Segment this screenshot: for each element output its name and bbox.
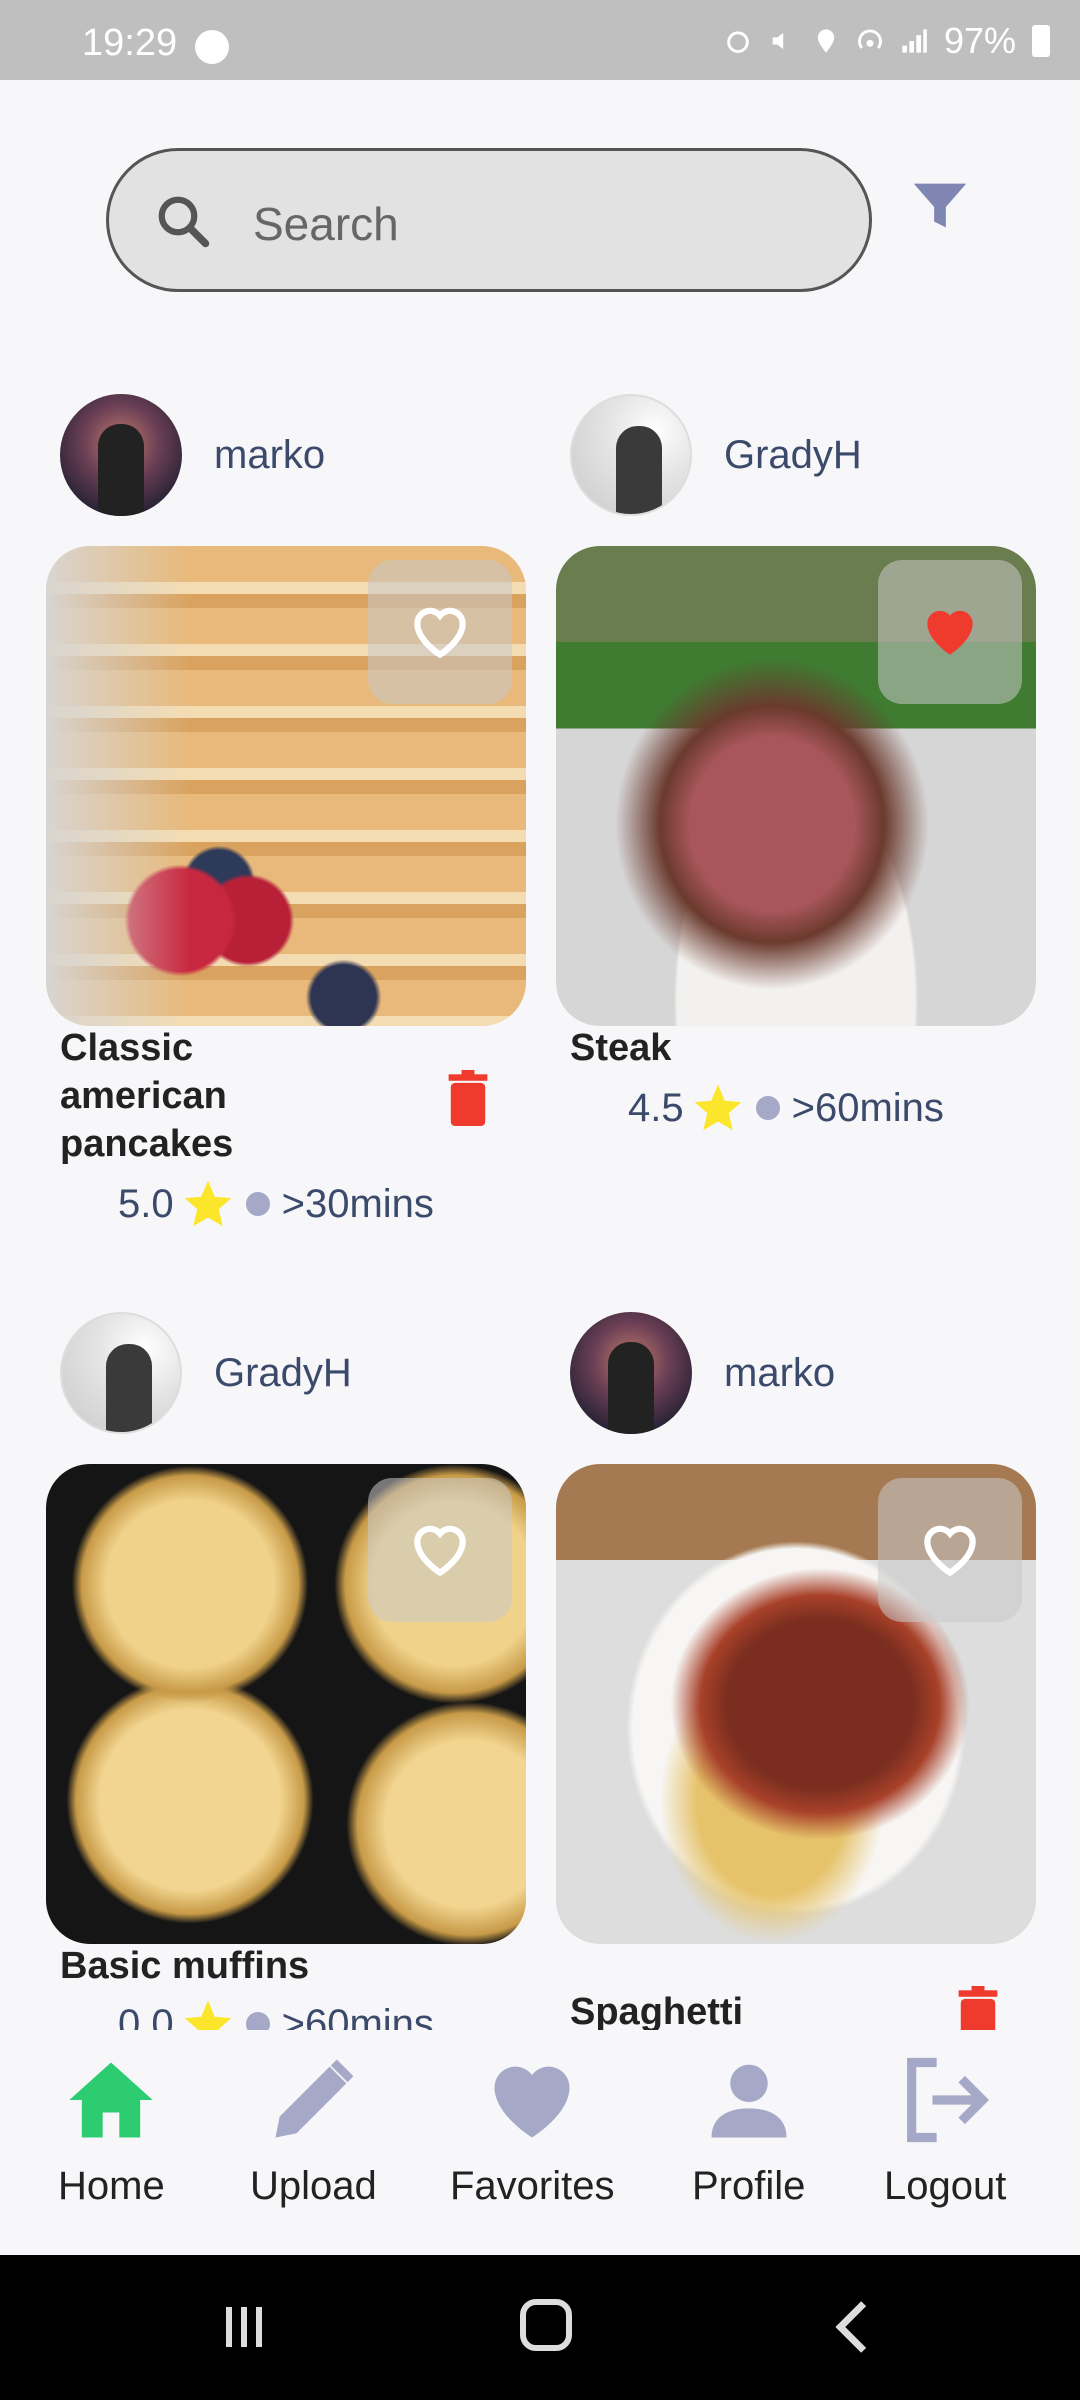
recipe-image[interactable] [46,546,526,1026]
filter-icon[interactable] [905,172,975,242]
status-bar: 19:29 97% [0,0,1080,80]
system-navigation-bar [0,2255,1080,2400]
avatar [60,394,182,516]
recipe-title[interactable]: Steak [570,1024,870,1072]
nav-label: Logout [884,2164,1007,2208]
favorite-button[interactable] [368,1478,512,1622]
recipe-title[interactable]: Classic american pancakes [60,1024,360,1168]
status-icons: 97% [724,16,1050,66]
nav-home[interactable]: Home [58,2050,165,2209]
rating-value: 4.5 [628,1085,684,1130]
author-name: marko [724,1350,836,1395]
heart-icon [494,2066,570,2138]
avatar [570,394,692,516]
nav-label: Home [58,2164,165,2208]
avatar [570,1312,692,1434]
recents-icon[interactable] [220,2303,268,2351]
duration-value: >30mins [281,1181,434,1226]
home-icon [69,2062,154,2138]
hotspot-icon [858,29,882,49]
logout-icon [907,2057,990,2143]
heart-outline-icon [924,1525,976,1577]
battery-icon [1032,25,1050,57]
alarm-icon [727,31,749,53]
bottom-navigation: Home Upload Favorites Profile Logout [0,2030,1080,2255]
recipe-author[interactable]: marko [60,394,325,516]
status-time: 19:29 [82,22,178,64]
recipe-meta: 5.0 >30mins [118,1176,434,1232]
heart-outline-icon [414,607,466,659]
heart-filled-icon [927,610,973,655]
recipe-meta: 4.5 >60mins [628,1080,944,1136]
author-name: GradyH [724,432,862,477]
search-icon [158,196,210,248]
recipe-author[interactable]: GradyH [60,1312,352,1434]
trash-icon[interactable] [446,1070,490,1126]
messenger-icon [195,30,229,64]
recipe-image[interactable] [556,546,1036,1026]
recipe-author[interactable]: GradyH [570,394,862,516]
back-icon[interactable] [832,2299,872,2355]
battery-percent: 97% [943,20,1016,61]
rating-value: 5.0 [118,1181,174,1226]
duration-value: >60mins [791,1085,944,1130]
recipe-title[interactable]: Spaghetti [570,1988,870,2036]
nav-label: Upload [250,2164,377,2208]
avatar [60,1312,182,1434]
recipe-image[interactable] [46,1464,526,1944]
star-icon [694,1084,741,1131]
separator-dot [755,1096,780,1120]
nav-favorites[interactable]: Favorites [450,2050,615,2209]
recipe-image[interactable] [556,1464,1036,1944]
home-button-icon[interactable] [520,2299,572,2351]
recipe-author[interactable]: marko [570,1312,835,1434]
location-icon [817,29,835,53]
nav-upload[interactable]: Upload [250,2050,377,2209]
author-name: GradyH [214,1350,352,1395]
heart-outline-icon [414,1525,466,1577]
search-input[interactable]: Search [106,148,872,292]
signal-icon [902,29,927,53]
favorite-button[interactable] [368,560,512,704]
pencil-icon [275,2059,354,2138]
separator-dot [245,1192,270,1216]
nav-profile[interactable]: Profile [692,2050,805,2209]
recipe-title[interactable]: Basic muffins [60,1942,460,1990]
person-icon [711,2064,787,2138]
author-name: marko [214,432,326,477]
favorite-button[interactable] [878,1478,1022,1622]
favorite-button[interactable] [878,560,1022,704]
nav-logout[interactable]: Logout [884,2050,1006,2209]
nav-label: Favorites [450,2164,615,2208]
search-placeholder: Search [253,198,399,250]
mute-icon [772,32,784,50]
nav-label: Profile [692,2164,806,2208]
star-icon [184,1180,231,1227]
